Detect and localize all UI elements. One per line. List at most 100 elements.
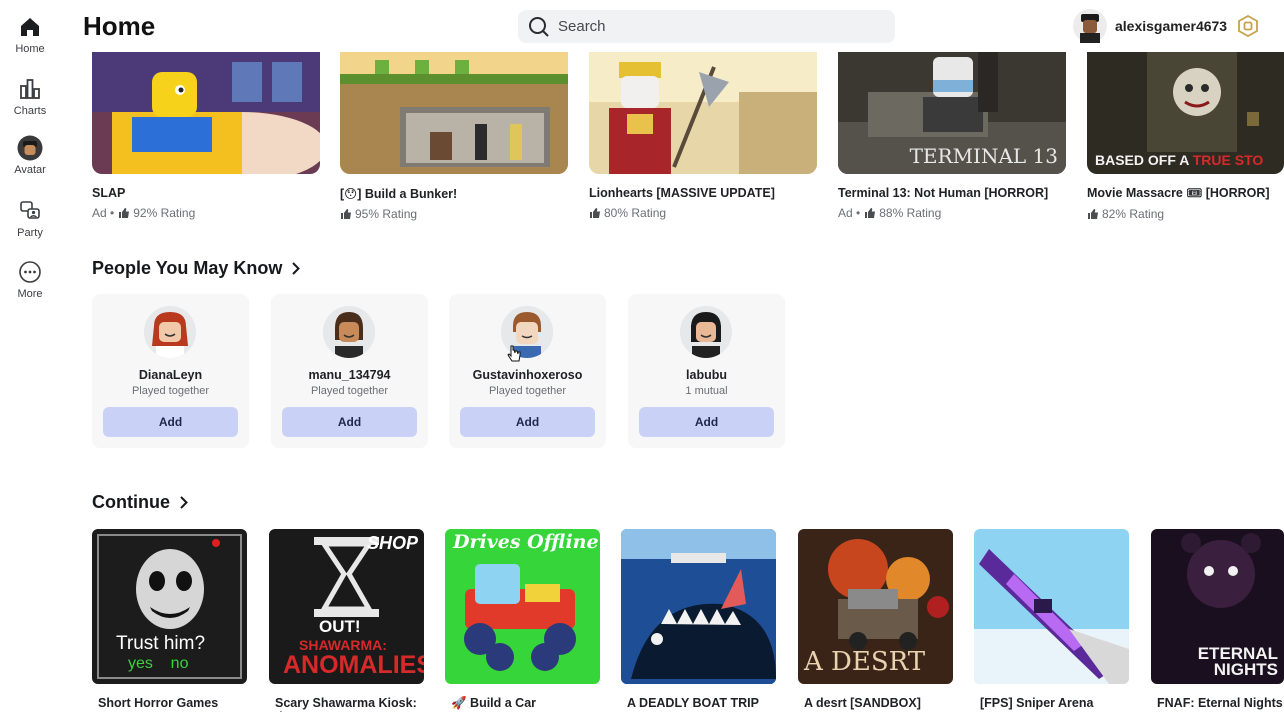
chevron-right-icon[interactable] [292,262,301,275]
more-icon [19,261,41,283]
friend-card[interactable]: manu_134794 Played together Add [271,294,428,448]
sidebar: Home Charts Avatar Party More [0,0,60,720]
game-meta: Ad • 92% Rating [92,206,320,220]
game-rating: 92% Rating [133,206,196,220]
game-title[interactable]: Short Horror Games [92,696,247,710]
game-thumbnail[interactable]: BASED OFF A TRUE STO [1087,52,1284,174]
add-friend-button[interactable]: Add [639,407,774,437]
friend-card[interactable]: labubu 1 mutual Add [628,294,785,448]
game-rating: 80% Rating [604,206,667,220]
avatar[interactable] [680,306,732,358]
avatar[interactable] [144,306,196,358]
thumbnail-caption: A DESRT [804,647,926,677]
thumbs-up-icon [590,208,600,218]
game-title[interactable]: Lionhearts [MASSIVE UPDATE] [589,186,817,200]
friend-name[interactable]: DianaLeyn [92,368,249,382]
friend-subtitle: Played together [131,385,210,397]
add-friend-button[interactable]: Add [103,407,238,437]
game-thumbnail[interactable]: ETERNAL NIGHTS [1151,529,1284,684]
avatar[interactable] [323,306,375,358]
friend-subtitle: 1 mutual [685,385,728,397]
game-title[interactable]: SLAP [92,186,320,200]
ad-label: Ad • [838,206,861,220]
user-menu[interactable]: alexisgamer4673 [1073,8,1259,44]
cursor-icon [507,345,521,362]
charts-icon [20,79,40,99]
game-title[interactable]: Scary Shawarma Kiosk: the ANOMALY [269,696,424,712]
thumbs-up-icon [865,208,876,218]
game-card[interactable]: A DESRT A desrt [SANDBOX] [798,529,953,710]
sidebar-item-home[interactable]: Home [0,14,60,55]
game-thumbnail[interactable]: A DESRT [798,529,953,684]
friend-card[interactable]: DianaLeyn Played together Add [92,294,249,448]
game-title[interactable]: A DEADLY BOAT TRIP [621,696,776,710]
game-meta: 95% Rating [340,207,568,221]
friend-card[interactable]: Gustavinhoxeroso Played together Add [449,294,606,448]
game-thumbnail[interactable]: TERMINAL 13 [838,52,1066,174]
game-meta: Ad • 88% Rating [838,206,1066,220]
sidebar-item-more[interactable]: More [0,259,60,300]
sidebar-item-avatar[interactable]: Avatar [0,135,60,176]
game-thumbnail[interactable]: Trust him? yes no [92,529,247,684]
sidebar-item-label: Home [15,43,45,55]
friend-name[interactable]: Gustavinhoxeroso [449,368,606,382]
game-thumbnail[interactable] [621,529,776,684]
game-title[interactable]: 🚀 Build a Car [445,696,600,710]
thumbs-up-icon [341,209,351,219]
sidebar-item-label: More [17,288,43,300]
game-card[interactable]: Drives Offline! 🚀 Build a Car [445,529,600,710]
game-title[interactable]: [😯] Build a Bunker! [340,186,568,201]
add-friend-button[interactable]: Add [282,407,417,437]
game-card[interactable]: A DEADLY BOAT TRIP [621,529,776,710]
game-thumbnail[interactable]: Drives Offline! [445,529,600,684]
home-icon [21,18,39,36]
game-card[interactable]: Lionhearts [MASSIVE UPDATE] 80% Rating [589,52,817,220]
thumbnail-caption: yes no [128,655,189,672]
avatar-icon [17,135,43,161]
game-title[interactable]: Terminal 13: Not Human [HORROR] [838,186,1066,200]
thumbnail-caption: ETERNAL NIGHTS [1197,644,1278,679]
search-input[interactable] [558,18,878,35]
game-card[interactable]: [FPS] Sniper Arena [974,529,1129,710]
game-title[interactable]: A desrt [SANDBOX] [798,696,953,710]
game-rating: 95% Rating [355,207,418,221]
friend-name[interactable]: manu_134794 [271,368,428,382]
search-bar[interactable] [518,10,895,43]
game-thumbnail[interactable] [340,52,568,174]
game-title[interactable]: FNAF: Eternal Nights 🍕 [1151,696,1284,710]
chevron-right-icon[interactable] [180,496,188,509]
people-section-title[interactable]: People You May Know [92,258,301,279]
add-friend-button[interactable]: Add [460,407,595,437]
party-icon [20,201,40,219]
game-thumbnail[interactable]: SHOP OUT! SHAWARMA: ANOMALIES [269,529,424,684]
sidebar-item-label: Party [17,227,43,239]
game-card[interactable]: TERMINAL 13 Terminal 13: Not Human [HORR… [838,52,1066,220]
game-card[interactable]: ETERNAL NIGHTS FNAF: Eternal Nights 🍕 [1151,529,1284,710]
game-thumbnail[interactable] [974,529,1129,684]
sidebar-item-label: Avatar [14,164,46,176]
game-title[interactable]: Movie Massacre 🎟 [HORROR] [1087,186,1284,201]
thumbnail-caption: ANOMALIES [283,651,424,679]
game-card[interactable]: [😯] Build a Bunker! 95% Rating [340,52,568,221]
sidebar-item-charts[interactable]: Charts [0,76,60,117]
page-title: Home [83,11,156,41]
thumbs-up-icon [1088,209,1098,219]
game-thumbnail[interactable] [589,52,817,174]
game-card[interactable]: BASED OFF A TRUE STO Movie Massacre 🎟 [H… [1087,52,1284,221]
thumbnail-caption: Trust him? [116,633,206,654]
robux-icon[interactable] [1237,15,1259,37]
thumbs-up-icon [119,208,130,218]
game-thumbnail[interactable] [92,52,320,174]
sidebar-item-party[interactable]: Party [0,198,60,239]
game-rating: 88% Rating [879,206,942,220]
game-card[interactable]: SHOP OUT! SHAWARMA: ANOMALIES Scary Shaw… [269,529,424,712]
friend-name[interactable]: labubu [628,368,785,382]
continue-section-title[interactable]: Continue [92,492,188,513]
game-card[interactable]: Trust him? yes no Short Horror Games [92,529,247,710]
game-card[interactable]: SLAP Ad • 92% Rating [92,52,320,220]
thumbnail-badge: OUT! [319,617,361,636]
avatar[interactable] [1073,9,1107,43]
username[interactable]: alexisgamer4673 [1115,18,1227,34]
game-title[interactable]: [FPS] Sniper Arena [974,696,1129,710]
thumbnail-caption: TERMINAL 13 [909,144,1058,168]
